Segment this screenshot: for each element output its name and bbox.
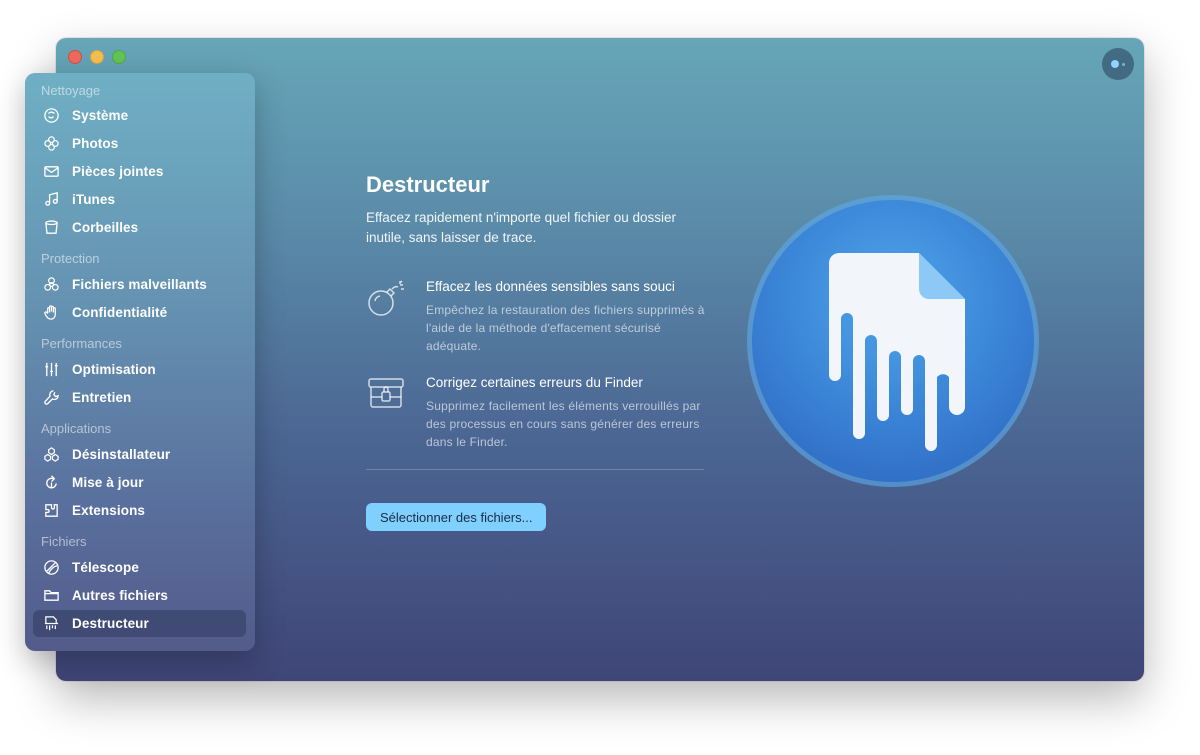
sidebar-item-uninstaller[interactable]: Désinstallateur — [33, 441, 246, 468]
sidebar-item-label: Entretien — [72, 390, 132, 405]
sidebar-item-label: Télescope — [72, 560, 139, 575]
locked-box-icon — [364, 372, 408, 416]
section-title-cleaning: Nettoyage — [41, 83, 101, 98]
page-description: Effacez rapidement n'importe quel fichie… — [366, 210, 676, 245]
photos-icon — [42, 135, 60, 153]
sliders-icon — [42, 361, 60, 379]
section-title-applications: Applications — [41, 421, 112, 436]
sidebar-item-photos[interactable]: Photos — [33, 130, 246, 157]
music-icon — [42, 191, 60, 209]
hand-icon — [42, 304, 60, 322]
section-title-performance: Performances — [41, 336, 122, 351]
sidebar-item-label: Fichiers malveillants — [72, 277, 207, 292]
shredder-hero-icon — [745, 193, 1041, 489]
sidebar-item-optimization[interactable]: Optimisation — [33, 356, 246, 383]
sidebar-item-privacy[interactable]: Confidentialité — [33, 299, 246, 326]
sidebar-item-trash[interactable]: Corbeilles — [33, 214, 246, 241]
trash-icon — [42, 219, 60, 237]
window-controls — [68, 50, 126, 64]
feature-title: Effacez les données sensibles sans souci — [426, 279, 675, 294]
select-files-button[interactable]: Sélectionner des fichiers... — [366, 503, 547, 531]
sidebar-item-updater[interactable]: Mise à jour — [33, 469, 246, 496]
mail-icon — [42, 163, 60, 181]
maximize-window-button[interactable] — [112, 50, 126, 64]
feature-description: Empêchez la restauration des fichiers su… — [426, 303, 705, 353]
section-title-files: Fichiers — [41, 534, 87, 549]
shredder-icon — [42, 615, 60, 633]
sidebar-item-malware[interactable]: Fichiers malveillants — [33, 271, 246, 298]
divider — [366, 469, 704, 470]
sidebar-item-label: Destructeur — [72, 616, 149, 631]
wrench-icon — [42, 389, 60, 407]
update-icon — [42, 474, 60, 492]
sidebar-item-other-files[interactable]: Autres fichiers — [33, 582, 246, 609]
sidebar-item-label: Corbeilles — [72, 220, 139, 235]
minimize-window-button[interactable] — [90, 50, 104, 64]
system-icon — [42, 107, 60, 125]
page-title: Destructeur — [366, 172, 490, 197]
sidebar-item-label: Confidentialité — [72, 305, 168, 320]
sidebar-item-attachments[interactable]: Pièces jointes — [33, 158, 246, 185]
close-window-button[interactable] — [68, 50, 82, 64]
bomb-icon — [364, 276, 408, 320]
sidebar-item-label: Autres fichiers — [72, 588, 169, 603]
sidebar-item-label: Optimisation — [72, 362, 156, 377]
folder-icon — [42, 587, 60, 605]
feature-title: Corrigez certaines erreurs du Finder — [426, 375, 643, 390]
section-title-protection: Protection — [41, 251, 100, 266]
sidebar-item-label: Extensions — [72, 503, 146, 518]
assistant-button[interactable] — [1102, 48, 1134, 80]
sidebar-item-label: iTunes — [72, 192, 116, 207]
sidebar: Nettoyage Système Photos Pièces jointes … — [25, 73, 255, 651]
lens-icon — [42, 559, 60, 577]
sidebar-item-system[interactable]: Système — [33, 102, 246, 129]
sidebar-item-lens[interactable]: Télescope — [33, 554, 246, 581]
sidebar-item-shredder[interactable]: Destructeur — [33, 610, 246, 637]
sidebar-item-maintenance[interactable]: Entretien — [33, 384, 246, 411]
biohazard-icon — [42, 276, 60, 294]
sidebar-item-label: Pièces jointes — [72, 164, 164, 179]
sidebar-item-label: Système — [72, 108, 129, 123]
sidebar-item-extensions[interactable]: Extensions — [33, 497, 246, 524]
sidebar-item-label: Mise à jour — [72, 475, 144, 490]
uninstaller-icon — [42, 446, 60, 464]
feature-description: Supprimez facilement les éléments verrou… — [426, 399, 701, 449]
sidebar-item-itunes[interactable]: iTunes — [33, 186, 246, 213]
sidebar-item-label: Désinstallateur — [72, 447, 171, 462]
sidebar-item-label: Photos — [72, 136, 119, 151]
extensions-icon — [42, 502, 60, 520]
